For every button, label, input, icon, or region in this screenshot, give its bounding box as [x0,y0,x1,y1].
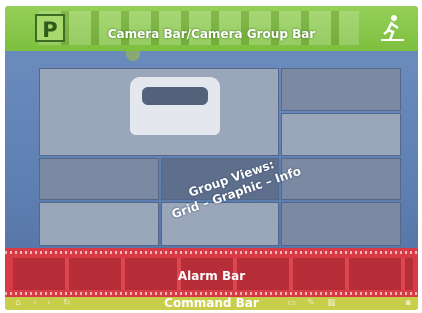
app-window: P Camera Bar/Camera Group Bar Group View… [5,6,418,310]
command-bar[interactable]: ⌂ ‹ › ↻ ▭ ✎ ▦ ▪ Command Bar [5,296,418,310]
camera-view[interactable] [281,202,401,246]
camera-view[interactable] [39,202,159,246]
camera-view-main[interactable] [39,68,279,156]
camera-view[interactable] [39,158,159,200]
camera-bar-drag-handle[interactable] [126,51,140,61]
car-image [130,77,220,135]
alarm-bar-top-border [5,251,418,254]
group-view-grid: Group Views: Grid – Graphic – Info [39,68,401,246]
command-bar-label: Command Bar [164,296,259,310]
alarm-bar[interactable]: Alarm Bar [5,248,418,299]
screen: P Camera Bar/Camera Group Bar Group View… [0,0,422,313]
camera-view[interactable] [281,68,401,111]
camera-bar[interactable]: P Camera Bar/Camera Group Bar [5,6,418,51]
camera-bar-label: Camera Bar/Camera Group Bar [107,27,316,41]
alarm-bar-label: Alarm Bar [177,269,246,283]
alarm-bar-bottom-border [5,292,418,295]
